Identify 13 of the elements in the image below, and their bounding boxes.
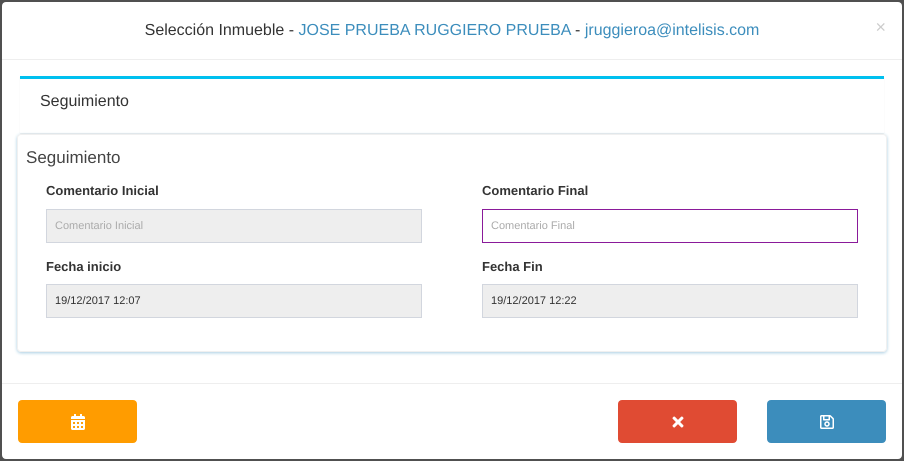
window-title: Selección Inmueble - JOSE PRUEBA RUGGIERO PRUEBA - jruggieroa@intelisis.com [144, 20, 760, 40]
field-label: Comentario Final [482, 182, 588, 200]
close-icon [670, 414, 686, 430]
field-label: Fecha inicio [46, 258, 122, 276]
section-title: Seguimiento [26, 147, 121, 169]
save-button[interactable] [767, 400, 886, 443]
panel-title: Seguimiento [40, 92, 129, 112]
field-label: Comentario Inicial [46, 182, 159, 200]
input-field[interactable]: Comentario Final [482, 208, 858, 242]
field-label: Fecha Fin [482, 258, 543, 276]
calendar-icon [70, 414, 86, 430]
save-icon [818, 414, 834, 430]
calendar-button[interactable] [18, 400, 137, 443]
